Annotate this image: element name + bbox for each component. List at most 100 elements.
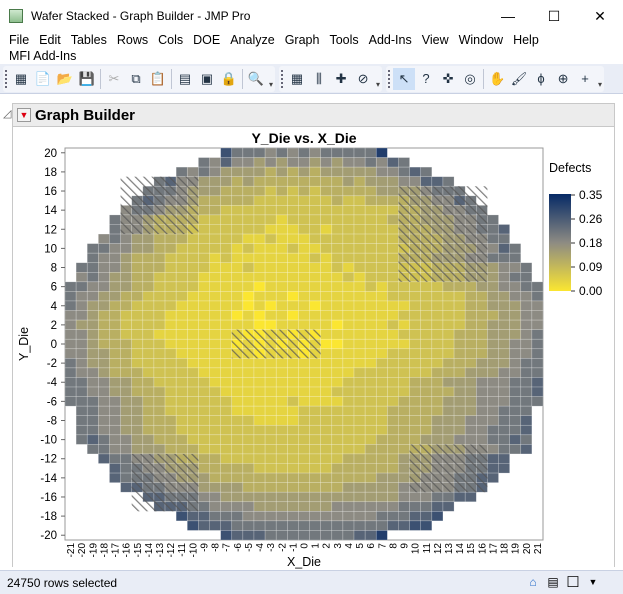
heatmap-cell[interactable] <box>131 319 144 330</box>
heatmap-cell[interactable] <box>264 262 277 273</box>
heatmap-cell[interactable] <box>409 386 422 397</box>
heatmap-cell[interactable] <box>220 405 233 417</box>
heatmap-cell[interactable] <box>220 501 233 512</box>
heatmap-cell[interactable] <box>487 358 499 369</box>
heatmap-cell[interactable] <box>342 358 355 369</box>
heatmap-cell[interactable] <box>309 444 321 455</box>
heatmap-cell[interactable] <box>220 511 233 522</box>
heatmap-cell[interactable] <box>375 214 388 225</box>
heatmap-cell[interactable] <box>153 262 166 273</box>
heatmap-cell[interactable] <box>331 329 344 340</box>
heatmap-cell[interactable] <box>387 185 399 197</box>
heatmap-cell[interactable] <box>509 434 522 445</box>
heatmap-cell[interactable] <box>153 444 166 455</box>
heatmap-cell[interactable] <box>209 415 221 426</box>
heatmap-cell[interactable] <box>264 214 277 225</box>
heatmap-cell[interactable] <box>242 262 255 273</box>
heatmap-cell[interactable] <box>331 271 344 283</box>
heatmap-cell[interactable] <box>209 338 221 350</box>
heatmap-cell[interactable] <box>298 530 310 541</box>
heatmap-cell[interactable] <box>387 329 399 340</box>
heatmap-cell[interactable] <box>198 415 210 426</box>
heatmap-cell[interactable] <box>353 166 366 177</box>
heatmap-cell[interactable] <box>353 195 366 206</box>
heatmap-cell[interactable] <box>242 444 255 455</box>
heatmap-cell[interactable] <box>109 271 121 283</box>
heatmap-cell[interactable] <box>231 491 244 503</box>
heatmap-cell[interactable] <box>409 511 422 522</box>
heatmap-cell[interactable] <box>287 262 299 273</box>
heatmap-cell[interactable] <box>120 424 132 436</box>
heatmap-cell[interactable] <box>209 195 221 206</box>
heatmap-cell[interactable] <box>409 329 422 340</box>
heatmap-cell[interactable] <box>298 424 310 436</box>
heatmap-cell[interactable] <box>209 463 221 474</box>
heatmap-cell[interactable] <box>442 367 455 378</box>
heatmap-cell[interactable] <box>353 415 366 426</box>
heatmap-cell[interactable] <box>520 396 533 407</box>
heatmap-cell[interactable] <box>476 358 488 369</box>
heatmap-cell[interactable] <box>275 310 288 321</box>
heatmap-cell[interactable] <box>298 243 310 254</box>
heatmap-cell[interactable] <box>353 501 366 512</box>
heatmap-cell[interactable] <box>331 338 344 350</box>
heatmap-cell[interactable] <box>320 348 333 359</box>
heatmap-cell[interactable] <box>253 319 266 330</box>
heatmap-cell[interactable] <box>320 482 333 493</box>
heatmap-cell[interactable] <box>320 329 333 340</box>
heatmap-cell[interactable] <box>320 491 333 503</box>
heatmap-cell[interactable] <box>398 358 410 369</box>
heatmap-cell[interactable] <box>98 367 110 378</box>
heatmap-cell[interactable] <box>242 157 255 168</box>
heatmap-cell[interactable] <box>487 329 499 340</box>
heatmap-cell[interactable] <box>153 348 166 359</box>
heatmap-cell[interactable] <box>309 271 321 283</box>
heatmap-cell[interactable] <box>409 348 422 359</box>
heatmap-cell[interactable] <box>320 444 333 455</box>
heatmap-cell[interactable] <box>342 367 355 378</box>
heatmap-cell[interactable] <box>420 291 433 302</box>
heatmap-cell[interactable] <box>320 396 333 407</box>
heatmap-cell[interactable] <box>242 424 255 436</box>
heatmap-cell[interactable] <box>464 310 477 321</box>
heatmap-cell[interactable] <box>220 482 233 493</box>
heatmap-cell[interactable] <box>198 233 210 244</box>
heatmap-cell[interactable] <box>364 501 377 512</box>
heatmap-cell[interactable] <box>287 463 299 474</box>
heatmap-cell[interactable] <box>342 501 355 512</box>
heatmap-cell[interactable] <box>198 252 210 264</box>
heatmap-cell[interactable] <box>209 348 221 359</box>
heatmap-cell[interactable] <box>375 176 388 187</box>
heatmap-cell[interactable] <box>253 243 266 254</box>
heatmap-cell[interactable] <box>153 424 166 436</box>
heatmap-cell[interactable] <box>387 453 399 464</box>
heatmap-cell[interactable] <box>131 434 144 445</box>
heatmap-cell[interactable] <box>298 195 310 206</box>
heatmap-cell[interactable] <box>231 319 244 330</box>
heatmap-cell[interactable] <box>420 338 433 350</box>
heatmap-cell[interactable] <box>331 482 344 493</box>
heatmap-cell[interactable] <box>86 348 99 359</box>
heatmap-cell[interactable] <box>431 424 444 436</box>
heatmap-cell[interactable] <box>242 291 255 302</box>
heatmap-cell[interactable] <box>364 310 377 321</box>
heatmap-cell[interactable] <box>164 358 177 369</box>
heatmap-cell[interactable] <box>209 405 221 417</box>
heatmap-cell[interactable] <box>142 367 155 378</box>
heatmap-cell[interactable] <box>309 310 321 321</box>
heatmap-cell[interactable] <box>353 252 366 264</box>
heatmap-cell[interactable] <box>442 291 455 302</box>
heatmap-cell[interactable] <box>242 233 255 244</box>
heatmap-cell[interactable] <box>175 300 188 311</box>
heatmap-cell[interactable] <box>331 185 344 197</box>
heatmap-cell[interactable] <box>253 434 266 445</box>
heatmap-cell[interactable] <box>209 472 221 483</box>
heatmap-cell[interactable] <box>75 386 88 397</box>
heatmap-cell[interactable] <box>86 271 99 283</box>
heatmap-cell[interactable] <box>387 463 399 474</box>
heatmap-cell[interactable] <box>86 291 99 302</box>
heatmap-cell[interactable] <box>309 386 321 397</box>
heatmap-cell[interactable] <box>520 377 533 388</box>
heatmap-cell[interactable] <box>476 377 488 388</box>
heatmap-cell[interactable] <box>375 472 388 483</box>
